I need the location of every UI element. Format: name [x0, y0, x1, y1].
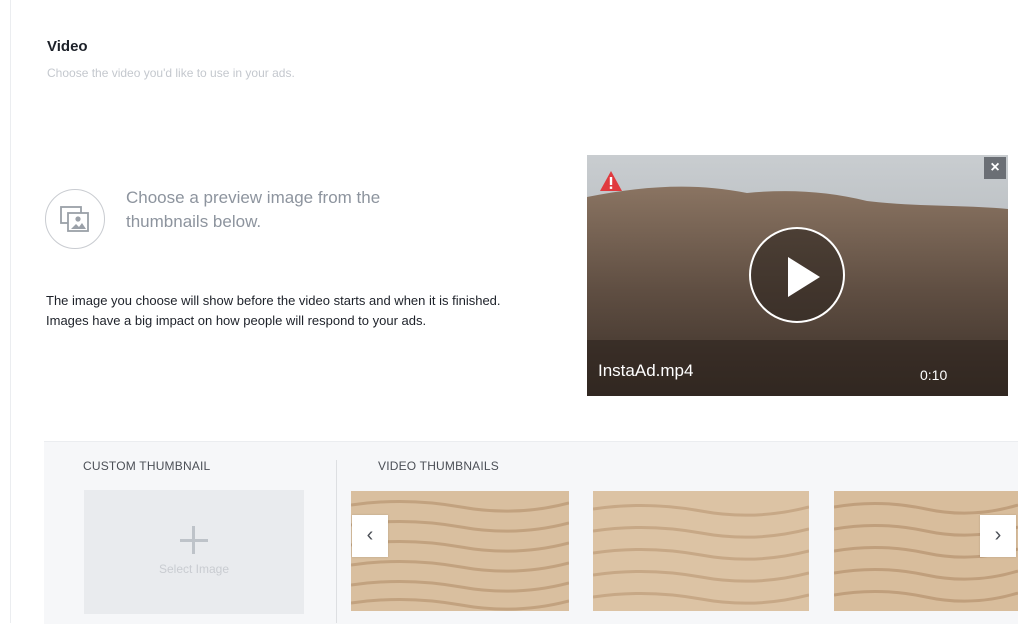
select-image-button[interactable] [84, 490, 304, 614]
play-button[interactable] [749, 227, 845, 323]
sand-thumbnail-image [593, 491, 809, 611]
select-image-label: Select Image [158, 562, 230, 576]
video-thumbnails-heading: VIDEO THUMBNAILS [378, 459, 500, 473]
play-icon [788, 257, 820, 297]
video-duration: 0:10 [920, 367, 948, 383]
video-filename: InstaAd.mp4 [598, 361, 694, 380]
helper-text: The image you choose will show before th… [46, 293, 501, 328]
section-subtitle: Choose the video you'd like to use in yo… [47, 66, 295, 80]
image-picker-icon [45, 189, 105, 249]
left-divider [10, 0, 11, 623]
section-title: Video [47, 38, 88, 55]
video-thumbnail[interactable] [593, 491, 809, 611]
panel-divider [336, 460, 337, 623]
warning-icon [600, 171, 622, 191]
plus-icon-bar [180, 539, 208, 542]
close-video-button[interactable]: × [984, 157, 1006, 179]
custom-thumbnail-heading: CUSTOM THUMBNAIL [83, 459, 211, 473]
preview-heading: Choose a preview image from the thumbnai… [126, 188, 381, 231]
previous-thumbnails-button[interactable]: ‹ [352, 515, 388, 557]
next-thumbnails-button[interactable]: › [980, 515, 1016, 557]
